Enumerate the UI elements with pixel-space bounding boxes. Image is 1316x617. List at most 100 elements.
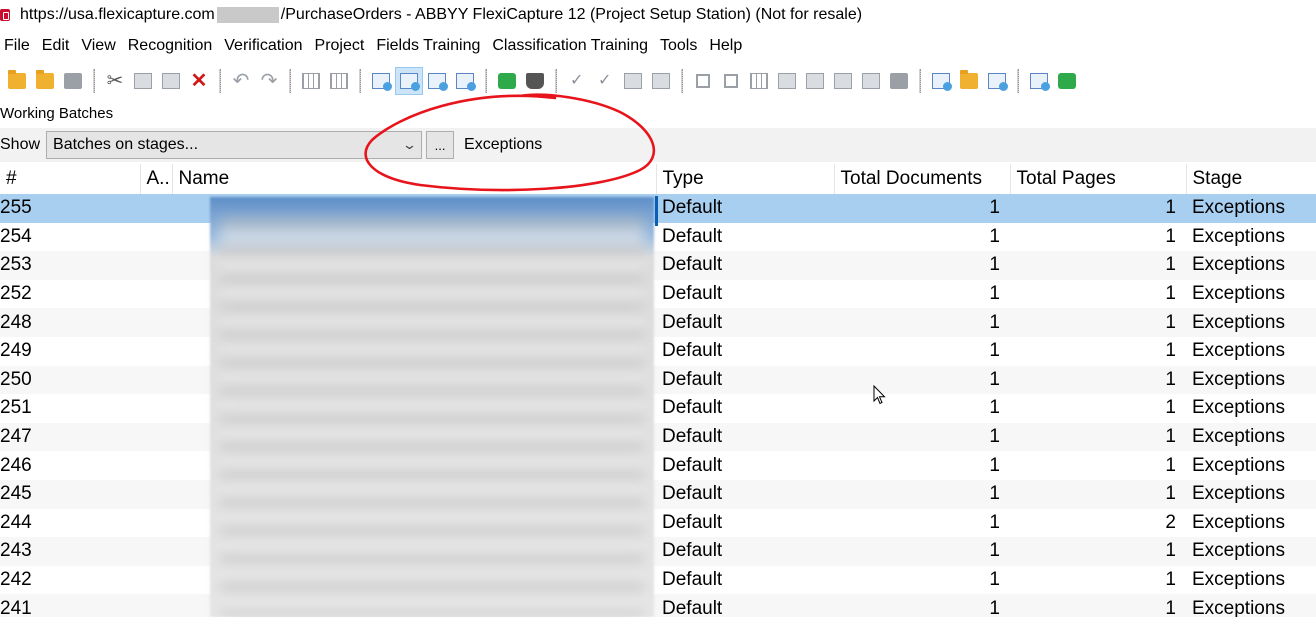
table-row[interactable]: 250 Default 1 1 Exceptions (0, 365, 1316, 395)
table-button[interactable] (746, 68, 772, 94)
cell-stage: Exceptions (1186, 594, 1316, 617)
training-button[interactable] (522, 68, 548, 94)
menu-fields-training[interactable]: Fields Training (372, 37, 488, 55)
menu-recognition[interactable]: Recognition (124, 37, 221, 55)
eraser-button[interactable] (886, 68, 912, 94)
open-button[interactable] (4, 68, 30, 94)
menu-edit[interactable]: Edit (38, 37, 78, 55)
verify-all-icon (596, 70, 614, 90)
training-batches-button[interactable] (424, 68, 450, 94)
refresh-button[interactable] (494, 68, 520, 94)
table-row[interactable]: 242 Default 1 1 Exceptions (0, 566, 1316, 595)
find-button[interactable] (928, 68, 954, 94)
table-row[interactable]: 255 Default 1 1 Exceptions (0, 194, 1316, 223)
cell-a (140, 194, 172, 223)
table-row[interactable]: 241 Default 1 1 Exceptions (0, 594, 1316, 617)
barcode-block-button[interactable] (830, 68, 856, 94)
table-row[interactable]: 251 Default 1 1 Exceptions (0, 394, 1316, 423)
cell-total-pages: 1 (1010, 194, 1186, 223)
cell-total-documents: 1 (989, 283, 1000, 305)
menu-help[interactable]: Help (705, 37, 750, 55)
stage-picker-button[interactable]: ... (426, 131, 455, 159)
menu-view[interactable]: View (77, 37, 123, 55)
thumbnail-view-button[interactable] (326, 68, 352, 94)
cell-id: 249 (0, 340, 32, 362)
menu-tools[interactable]: Tools (656, 37, 705, 55)
checkmark-block-icon (862, 73, 880, 89)
cell-a (140, 566, 172, 595)
cut-button[interactable]: ✂ (102, 68, 128, 94)
table-row[interactable]: 243 Default 1 1 Exceptions (0, 537, 1316, 566)
table-row[interactable]: 246 Default 1 1 Exceptions (0, 451, 1316, 480)
batch-view-button[interactable] (368, 68, 394, 94)
cursor-icon (873, 385, 886, 405)
table-row[interactable]: 245 Default 1 1 Exceptions (0, 479, 1316, 509)
crop-button[interactable] (690, 68, 716, 94)
column-header-total-documents[interactable]: Total Documents (834, 164, 1011, 194)
table-row[interactable]: 247 Default 1 1 Exceptions (0, 422, 1316, 452)
menu-classification-training[interactable]: Classification Training (488, 37, 656, 55)
cell-a (140, 594, 172, 617)
cell-total-pages: 1 (1165, 569, 1176, 591)
table-row[interactable]: 244 Default 1 2 Exceptions (0, 509, 1316, 538)
cell-id: 248 (0, 308, 140, 337)
menu-project[interactable]: Project (311, 37, 373, 55)
cell-stage: Exceptions (1186, 479, 1316, 509)
open-project-button[interactable] (32, 68, 58, 94)
column-header-id[interactable]: # (0, 164, 141, 194)
table-row[interactable]: 249 Default 1 1 Exceptions (0, 337, 1316, 366)
cell-total-documents: 1 (989, 511, 1000, 533)
save-button[interactable] (60, 68, 86, 94)
menu-verification[interactable]: Verification (220, 37, 310, 55)
column-header-stage[interactable]: Stage (1186, 164, 1316, 194)
cell-a (140, 509, 172, 538)
open-folder-button[interactable] (956, 68, 982, 94)
test-batches-button[interactable] (452, 68, 478, 94)
column-resize-handle[interactable] (655, 196, 658, 226)
cell-id: 243 (0, 537, 140, 566)
column-header-name[interactable]: Name (172, 164, 657, 194)
test-batches-icon (456, 73, 476, 91)
cell-total-pages: 1 (1010, 479, 1186, 509)
undo-icon: ↶ (232, 70, 250, 92)
table-row[interactable]: 252 Default 1 1 Exceptions (0, 280, 1316, 309)
cell-stage: Exceptions (1192, 454, 1285, 476)
cell-total-documents: 1 (989, 397, 1000, 419)
column-header-a[interactable]: A.. (140, 164, 173, 194)
refresh-icon (498, 73, 516, 89)
page-settings-button[interactable] (648, 68, 674, 94)
cell-stage: Exceptions (1186, 194, 1316, 223)
cell-type: Default (656, 308, 834, 337)
document-settings-button[interactable] (620, 68, 646, 94)
delete-button[interactable]: ✕ (186, 68, 212, 94)
list-view-button[interactable] (298, 68, 324, 94)
checkmark-block-button[interactable] (858, 68, 884, 94)
cell-type: Default (656, 594, 834, 617)
menu-file[interactable]: File (0, 37, 38, 55)
scan-button[interactable] (1026, 68, 1052, 94)
undo-button[interactable]: ↶ (228, 68, 254, 94)
column-header-total-pages[interactable]: Total Pages (1010, 164, 1187, 194)
menu-bar: File Edit View Recognition Verification … (0, 31, 1316, 61)
toolbar-separator (919, 69, 921, 93)
properties-button[interactable] (984, 68, 1010, 94)
table-row[interactable]: 254 Default 1 1 Exceptions (0, 223, 1316, 252)
text-block-button[interactable] (774, 68, 800, 94)
verify-all-button[interactable] (592, 68, 618, 94)
table-row[interactable]: 248 Default 1 1 Exceptions (0, 308, 1316, 337)
working-batches-button[interactable] (395, 67, 423, 95)
redo-button[interactable]: ↷ (256, 68, 282, 94)
export-button[interactable] (1054, 68, 1080, 94)
table-row[interactable]: 253 Default 1 1 Exceptions (0, 251, 1316, 280)
copy-button[interactable] (130, 68, 156, 94)
cell-a (140, 479, 172, 509)
cell-stage: Exceptions (1192, 569, 1285, 591)
picture-block-button[interactable] (802, 68, 828, 94)
window-title-prefix: https://usa.flexicapture.com (20, 6, 215, 23)
open-folder-icon (960, 70, 978, 89)
column-header-type[interactable]: Type (656, 164, 835, 194)
verify-button[interactable] (564, 68, 590, 94)
crop-area-button[interactable] (718, 68, 744, 94)
paste-button[interactable] (158, 68, 184, 94)
batch-filter-dropdown[interactable]: Batches on stages... ⌄ (46, 131, 423, 159)
